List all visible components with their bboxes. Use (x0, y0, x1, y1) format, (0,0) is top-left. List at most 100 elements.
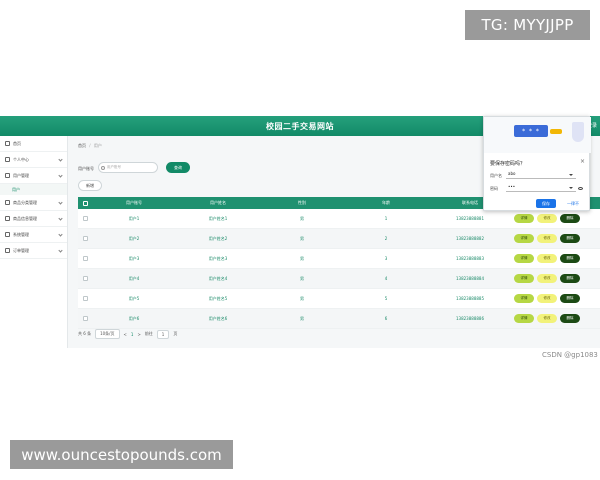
edit-button[interactable]: 修改 (537, 254, 557, 263)
cell-name: 用户姓名6 (208, 315, 228, 321)
detail-button[interactable]: 详情 (514, 214, 534, 223)
sidebar-subitem-user[interactable]: 用户 (0, 184, 67, 195)
cell-actions: 详情 修改 删除 (512, 214, 600, 223)
key-icon (550, 129, 562, 134)
goods-icon (5, 216, 10, 221)
cell-gender: 男 (300, 295, 304, 301)
row-checkbox[interactable] (82, 316, 88, 321)
person-icon (5, 157, 10, 162)
sidebar-item-users[interactable]: 用户管理 (0, 168, 67, 184)
sidebar-item-label: 商品分类管理 (13, 199, 37, 205)
search-icon (101, 166, 105, 170)
breadcrumb-home[interactable]: 首页 (78, 143, 86, 148)
edit-button[interactable]: 修改 (537, 294, 557, 303)
eye-icon[interactable] (578, 187, 583, 190)
page-number[interactable]: 1 (131, 332, 134, 337)
next-page-button[interactable]: > (137, 332, 140, 337)
row-checkbox[interactable] (82, 216, 88, 221)
never-save-button[interactable]: 一律不 (562, 199, 584, 208)
delete-button[interactable]: 删除 (560, 214, 580, 223)
row-checkbox[interactable] (82, 276, 88, 281)
password-field[interactable]: ••• (506, 184, 576, 192)
delete-button[interactable]: 删除 (560, 254, 580, 263)
cell-name: 用户姓名4 (208, 275, 228, 281)
cell-actions: 详情 修改 删除 (512, 254, 600, 263)
select-all-checkbox[interactable] (82, 200, 88, 206)
table-row: 用户5 用户姓名5 男 5 13823888885 详情 修改 删除 (78, 289, 600, 309)
cell-gender: 男 (300, 275, 304, 281)
cell-age: 2 (384, 236, 388, 241)
cell-name: 用户姓名3 (208, 255, 228, 261)
row-checkbox[interactable] (82, 256, 88, 261)
search-placeholder: 用户账号 (107, 165, 121, 169)
chevron-down-icon (58, 173, 63, 178)
sidebar-item-system[interactable]: 系统管理 (0, 227, 67, 243)
cell-account: 用户4 (128, 275, 140, 281)
sidebar-item-label: 订单管理 (13, 247, 29, 253)
dialog-title: 要保存密码吗？ (490, 161, 526, 167)
edit-button[interactable]: 修改 (537, 314, 557, 323)
shield-icon (572, 122, 584, 142)
username-label: 用户名 (490, 173, 502, 178)
close-icon[interactable]: × (580, 158, 585, 165)
row-select-cell (78, 316, 92, 321)
sidebar-item-orders[interactable]: 订单管理 (0, 243, 67, 259)
sidebar-item-label: 系统管理 (13, 231, 29, 237)
sidebar-item-goods[interactable]: 商品信息管理 (0, 211, 67, 227)
goto-page-input[interactable]: 1 (156, 329, 170, 339)
save-password-button[interactable]: 保存 (536, 199, 556, 208)
column-header: 性别 (298, 200, 306, 205)
cell-name: 用户姓名2 (208, 235, 228, 241)
cell-phone: 13823888884 (456, 276, 484, 281)
edit-button[interactable]: 修改 (537, 234, 557, 243)
detail-button[interactable]: 详情 (514, 254, 534, 263)
table-row: 用户2 用户姓名2 男 2 13823888882 详情 修改 删除 (78, 229, 600, 249)
chevron-down-icon (58, 232, 63, 237)
cell-phone: 13823888885 (456, 296, 484, 301)
edit-button[interactable]: 修改 (537, 214, 557, 223)
row-checkbox[interactable] (82, 296, 88, 301)
password-card: * * * (514, 125, 548, 137)
sidebar-item-profile[interactable]: 个人中心 (0, 152, 67, 168)
row-checkbox[interactable] (82, 236, 88, 241)
chevron-down-icon (58, 216, 63, 221)
search-label: 用户账号 (78, 166, 94, 171)
add-button[interactable]: 新增 (78, 180, 102, 191)
cell-phone: 13823888881 (456, 216, 484, 221)
detail-button[interactable]: 详情 (514, 314, 534, 323)
delete-button[interactable]: 删除 (560, 314, 580, 323)
row-select-cell (78, 276, 92, 281)
delete-button[interactable]: 删除 (560, 294, 580, 303)
delete-button[interactable]: 删除 (560, 274, 580, 283)
username-field[interactable]: abo (506, 171, 576, 179)
users-icon (5, 173, 10, 178)
add-button-label: 新增 (86, 182, 94, 188)
cell-gender: 男 (300, 255, 304, 261)
watermark-bottom: www.ouncestopounds.com (10, 440, 233, 469)
sidebar-item-home[interactable]: 首页 (0, 136, 67, 152)
detail-button[interactable]: 详情 (514, 294, 534, 303)
table-row: 用户6 用户姓名6 男 6 13823888886 详情 修改 删除 (78, 309, 600, 329)
breadcrumb: 首页 / 用户 (78, 143, 102, 149)
delete-button[interactable]: 删除 (560, 234, 580, 243)
cell-actions: 详情 修改 删除 (512, 294, 600, 303)
prev-page-button[interactable]: < (124, 332, 127, 337)
password-label: 密码 (490, 186, 498, 191)
cell-age: 6 (384, 316, 388, 321)
chevron-down-icon (58, 248, 63, 253)
row-select-cell (78, 256, 92, 261)
search-button[interactable]: 查询 (166, 162, 190, 173)
sidebar-item-category[interactable]: 商品分类管理 (0, 195, 67, 211)
detail-button[interactable]: 详情 (514, 234, 534, 243)
cell-gender: 男 (300, 235, 304, 241)
pagination-total: 共 6 条 (78, 331, 92, 336)
page-size-select[interactable]: 10条/页 (95, 329, 120, 339)
table-row: 用户3 用户姓名3 男 3 13823888883 详情 修改 删除 (78, 249, 600, 269)
edit-button[interactable]: 修改 (537, 274, 557, 283)
search-input[interactable]: 用户账号 (98, 162, 158, 173)
order-icon (5, 248, 10, 253)
cell-gender: 男 (300, 215, 304, 221)
cell-age: 5 (384, 296, 388, 301)
table-row: 用户4 用户姓名4 男 4 13823888884 详情 修改 删除 (78, 269, 600, 289)
detail-button[interactable]: 详情 (514, 274, 534, 283)
